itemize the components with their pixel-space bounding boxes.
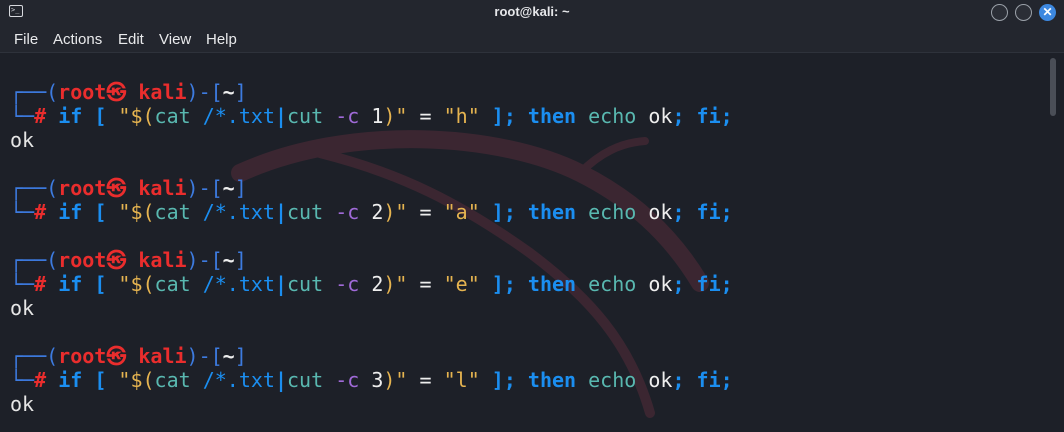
command-output: ok: [10, 128, 35, 152]
command-line: └─# if [ "$(cat /*.txt|cut -c 3)" = "l" …: [10, 368, 733, 392]
prompt-header: ┌──(root㉿ kali)-[~]: [10, 80, 247, 104]
menu-view[interactable]: View: [159, 31, 191, 48]
terminal-window: >_ root@kali: ~ ✕ File Actions Edit View…: [0, 0, 1064, 432]
command-line: └─# if [ "$(cat /*.txt|cut -c 2)" = "e" …: [10, 272, 733, 296]
command-line: └─# if [ "$(cat /*.txt|cut -c 1)" = "h" …: [10, 104, 733, 128]
terminal-output[interactable]: ┌──(root㉿ kali)-[~] └─# if [ "$(cat /*.t…: [0, 53, 1047, 432]
maximize-button[interactable]: [1015, 4, 1032, 21]
scrollbar-thumb[interactable]: [1050, 58, 1056, 116]
prompt-header: ┌──(root㉿ kali)-[~]: [10, 176, 247, 200]
command-output: ok: [10, 296, 35, 320]
close-button[interactable]: ✕: [1039, 4, 1056, 21]
menu-help[interactable]: Help: [206, 31, 237, 48]
command-line: └─# if [ "$(cat /*.txt|cut -c 2)" = "a" …: [10, 200, 733, 224]
menu-file[interactable]: File: [14, 31, 38, 48]
prompt-header: ┌──(root㉿ kali)-[~]: [10, 344, 247, 368]
menu-bar: File Actions Edit View Help: [0, 26, 1064, 53]
window-title: root@kali: ~: [494, 4, 570, 19]
minimize-button[interactable]: [991, 4, 1008, 21]
title-bar[interactable]: >_ root@kali: ~ ✕: [0, 0, 1064, 26]
command-output: ok: [10, 392, 35, 416]
menu-actions[interactable]: Actions: [53, 31, 102, 48]
menu-edit[interactable]: Edit: [118, 31, 144, 48]
prompt-header: ┌──(root㉿ kali)-[~]: [10, 248, 247, 272]
